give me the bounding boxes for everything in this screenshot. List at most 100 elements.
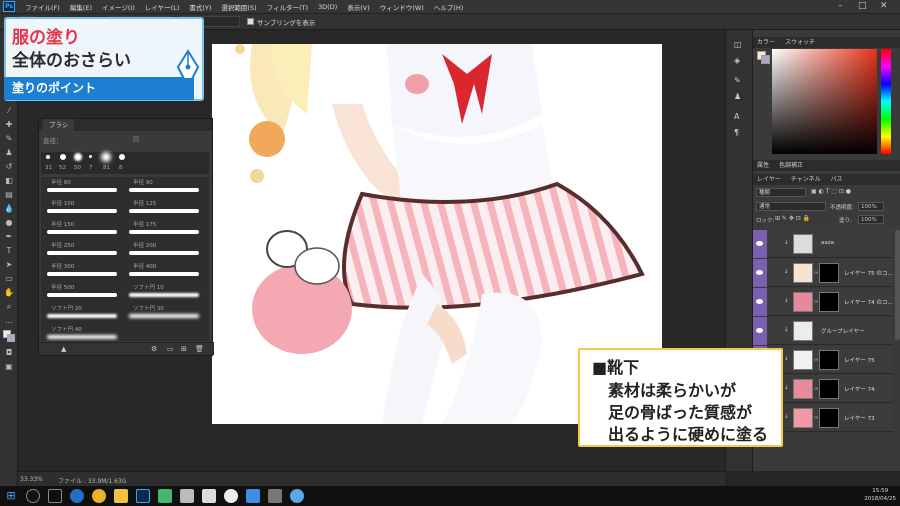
windows-start-icon[interactable]: ⊞ [4,489,18,503]
brush-preset[interactable]: 半径 80 [41,177,121,199]
close-icon[interactable]: ✕ [880,1,888,11]
brush-preset[interactable]: 半径 400 [123,261,203,283]
brush-preset[interactable]: 半径 150 [41,219,121,241]
menu-image[interactable]: イメージ(I) [97,2,140,12]
brush-tip[interactable] [46,155,50,159]
tab-color[interactable]: カラー [753,37,779,48]
layer-mask-thumbnail[interactable] [819,350,839,370]
brush-tip[interactable] [60,154,66,160]
app-icon[interactable] [180,489,194,503]
lock-icons[interactable]: ⊞ ✎ ✥ ⊡ 🔒 [775,215,810,222]
more-tools-icon[interactable]: … [4,316,14,326]
brush-tool-icon[interactable]: ✎ [4,134,14,144]
brush-preset[interactable]: 半径 125 [123,198,203,220]
menu-help[interactable]: ヘルプ(H) [429,2,468,12]
layer-filter-icons[interactable]: ▣ ◐ T ⬚ ⊡ ● [811,188,851,195]
char-panel-icon[interactable]: A [734,112,739,121]
show-sampling-checkbox[interactable] [247,18,254,25]
link-icon[interactable]: ∞ [814,415,818,421]
eraser-tool-icon[interactable]: ◧ [4,176,14,186]
brush-panel-tab[interactable]: ブラシ [43,119,75,131]
menu-window[interactable]: ウィンドウ(W) [375,2,429,12]
type-tool-icon[interactable]: T [4,246,14,256]
quick-mask-icon[interactable]: ◘ [4,348,14,358]
trash-icon[interactable]: 🗑 [195,345,204,353]
brush-tip[interactable] [74,153,82,161]
new-brush-icon[interactable]: ⊞ [181,345,187,353]
link-icon[interactable]: ∞ [814,270,818,276]
zoom-level[interactable]: 33.33% [20,476,43,483]
chrome-icon[interactable] [92,489,106,503]
edge-icon[interactable] [70,489,84,503]
hand-tool-icon[interactable]: ✋ [4,288,14,298]
layer-row[interactable]: ↓ aaza [753,230,893,258]
layer-mask-thumbnail[interactable] [819,263,839,283]
layer-visibility-toggle[interactable] [753,288,767,316]
system-clock[interactable]: 15:59 2018/04/25 [864,487,896,503]
layers-scrollbar[interactable] [895,230,900,340]
brush-preset[interactable]: 半径 300 [41,261,121,283]
tab-layers[interactable]: レイヤー [753,174,785,185]
layer-kind-filter[interactable]: 種類 [756,188,806,197]
link-icon[interactable]: ∞ [814,299,818,305]
eyedropper-tool-icon[interactable]: ⁄ [4,106,14,116]
app-icon[interactable] [246,489,260,503]
brush-preset[interactable]: 半径 250 [41,240,121,262]
brush-settings-icon[interactable] [133,136,139,142]
layer-row[interactable]: ↓ ∞ レイヤー 74 のコ... [753,288,893,316]
app-icon[interactable] [158,489,172,503]
explorer-icon[interactable] [114,489,128,503]
brush-preset[interactable]: 半径 100 [41,198,121,220]
photoshop-taskbar-icon[interactable] [136,489,150,503]
layer-visibility-toggle[interactable] [753,230,767,258]
clone-panel-icon[interactable]: ♟ [734,92,741,101]
brush-tip[interactable] [119,154,125,160]
link-icon[interactable]: ∞ [814,357,818,363]
brush-panel-icon[interactable]: ✎ [734,76,741,85]
brush-tip[interactable] [101,152,111,162]
para-panel-icon[interactable]: ¶ [734,128,739,137]
tab-channels[interactable]: チャンネル [787,174,825,185]
app-icon[interactable] [290,489,304,503]
adjust-panel-icon[interactable]: ◈ [734,56,740,65]
folder-icon[interactable]: ▭ [167,345,174,353]
toggle-brush-icon[interactable]: ⚙ [151,345,157,353]
menu-edit[interactable]: 編集(E) [65,2,97,12]
layer-mask-thumbnail[interactable] [819,292,839,312]
pen-tool-icon[interactable]: ✒ [4,232,14,242]
brush-preset[interactable]: 半径 500 [41,282,121,304]
tab-adjustments[interactable]: 色調補正 [775,160,807,171]
gradient-tool-icon[interactable]: ▤ [4,190,14,200]
tab-properties[interactable]: 属性 [753,160,773,171]
dodge-tool-icon[interactable]: ● [4,218,14,228]
menu-select[interactable]: 選択範囲(S) [216,2,261,12]
brush-preset[interactable]: ソフト円 20 [41,303,121,325]
layer-mask-thumbnail[interactable] [819,408,839,428]
brush-tip[interactable] [89,155,92,158]
tab-paths[interactable]: パス [827,174,847,185]
history-panel-icon[interactable]: ◫ [734,40,742,49]
zoom-tool-icon[interactable]: ⌕ [4,302,14,312]
brush-triangle-icon[interactable]: ▲ [61,345,66,353]
menu-3d[interactable]: 3D(D) [313,3,342,11]
screen-mode-icon[interactable]: ▣ [4,362,14,372]
history-brush-icon[interactable]: ↺ [4,162,14,172]
link-icon[interactable]: ∞ [814,386,818,392]
color-picker-field[interactable] [772,49,877,154]
layer-row[interactable]: ↓ グループレイヤー [753,317,893,345]
brush-preset[interactable]: 半径 90 [123,177,203,199]
brush-preset[interactable]: ソフト円 10 [123,282,203,304]
blend-mode-select[interactable]: 通常 [756,202,826,211]
app-icon[interactable] [224,489,238,503]
healing-tool-icon[interactable]: ✚ [4,120,14,130]
background-swatch[interactable] [761,55,770,64]
layer-visibility-toggle[interactable] [753,259,767,287]
app-icon[interactable] [268,489,282,503]
brush-preset[interactable]: 半径 200 [123,240,203,262]
task-view-icon[interactable] [48,489,62,503]
app-icon[interactable] [202,489,216,503]
layer-mask-thumbnail[interactable] [819,379,839,399]
opacity-field[interactable]: 100% [858,202,884,211]
path-select-icon[interactable]: ➤ [4,260,14,270]
menu-type[interactable]: 書式(Y) [184,2,216,12]
